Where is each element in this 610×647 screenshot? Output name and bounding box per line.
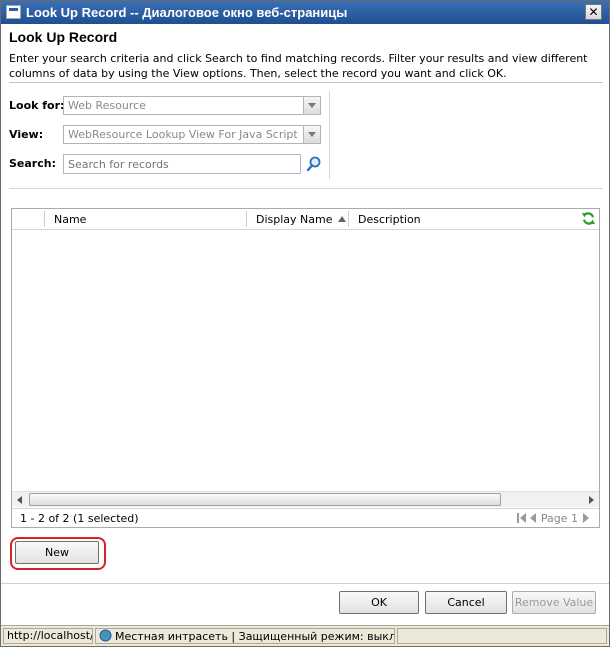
first-page-icon[interactable] xyxy=(516,513,526,523)
results-grid: Name Display Name Description 1 - 2 of 2… xyxy=(11,208,600,528)
search-criteria-panel: Look for: Web Resource View: WebResource… xyxy=(9,90,329,181)
status-empty-cell xyxy=(397,628,607,644)
pager: Page 1 xyxy=(516,511,589,526)
column-header-description[interactable]: Description xyxy=(349,209,569,229)
globe-icon xyxy=(99,629,112,642)
dialog-instructions: Enter your search criteria and click Sea… xyxy=(9,52,588,80)
next-page-icon[interactable] xyxy=(583,513,589,523)
browser-window-icon xyxy=(6,5,21,19)
chevron-down-icon[interactable] xyxy=(303,126,320,143)
column-header-label-wrap: Display Name xyxy=(256,213,346,226)
column-header-label: Description xyxy=(358,213,421,226)
chevron-down-icon[interactable] xyxy=(303,97,320,114)
look-for-value: Web Resource xyxy=(68,99,146,112)
lookup-dialog-window: Look Up Record -- Диалоговое окно веб-ст… xyxy=(0,0,610,647)
footer-divider xyxy=(1,583,609,584)
search-button[interactable] xyxy=(305,155,323,173)
criteria-divider xyxy=(329,91,330,179)
magnifier-icon xyxy=(306,156,321,172)
remove-value-button[interactable]: Remove Value xyxy=(512,591,596,614)
refresh-icon[interactable] xyxy=(581,211,596,226)
column-header-label: Name xyxy=(54,213,87,226)
search-field[interactable] xyxy=(63,154,301,174)
search-row: Search: xyxy=(9,154,329,174)
scroll-left-icon[interactable] xyxy=(12,492,28,507)
grid-body xyxy=(12,231,599,491)
view-select[interactable]: WebResource Lookup View For Java Script … xyxy=(63,125,321,144)
column-header-display-name[interactable]: Display Name xyxy=(247,209,347,229)
new-button[interactable]: New xyxy=(15,541,99,564)
column-header-label: Display Name xyxy=(256,213,333,226)
look-for-row: Look for: Web Resource xyxy=(9,96,329,116)
column-header-name[interactable]: Name xyxy=(45,209,245,229)
previous-page-icon[interactable] xyxy=(529,513,536,523)
look-for-label: Look for: xyxy=(9,99,65,112)
section-divider xyxy=(9,188,603,189)
record-count: 1 - 2 of 2 (1 selected) xyxy=(20,512,139,525)
view-label: View: xyxy=(9,128,44,141)
status-url: http://localhost/D xyxy=(3,628,93,644)
horizontal-scrollbar[interactable] xyxy=(12,491,599,507)
scroll-right-icon[interactable] xyxy=(583,492,599,507)
status-zone: Местная интрасеть | Защищенный режим: вы… xyxy=(95,628,395,644)
dialog-header: Look Up Record Enter your search criteri… xyxy=(9,29,603,81)
close-button[interactable]: ✕ xyxy=(585,4,602,20)
ok-button[interactable]: OK xyxy=(339,591,419,614)
search-input[interactable] xyxy=(64,155,300,173)
view-row: View: WebResource Lookup View For Java S… xyxy=(9,125,329,145)
scrollbar-thumb[interactable] xyxy=(29,493,501,506)
search-label: Search: xyxy=(9,157,56,170)
cancel-button[interactable]: Cancel xyxy=(425,591,507,614)
dialog-title: Look Up Record xyxy=(9,29,118,45)
look-for-select[interactable]: Web Resource xyxy=(63,96,321,115)
status-zone-text: Местная интрасеть | Защищенный режим: вы… xyxy=(115,630,395,643)
title-bar: Look Up Record -- Диалоговое окно веб-ст… xyxy=(1,1,609,24)
select-all-column[interactable] xyxy=(12,209,44,229)
view-value: WebResource Lookup View For Java Script … xyxy=(68,128,302,141)
status-bar: http://localhost/D Местная интрасеть | З… xyxy=(1,625,609,646)
window-title: Look Up Record -- Диалоговое окно веб-ст… xyxy=(26,5,348,20)
grid-footer: 1 - 2 of 2 (1 selected) Page 1 xyxy=(12,508,599,527)
sort-ascending-icon xyxy=(337,216,346,222)
header-divider xyxy=(9,82,603,83)
page-number: Page 1 xyxy=(540,511,578,525)
grid-header: Name Display Name Description xyxy=(12,209,599,230)
